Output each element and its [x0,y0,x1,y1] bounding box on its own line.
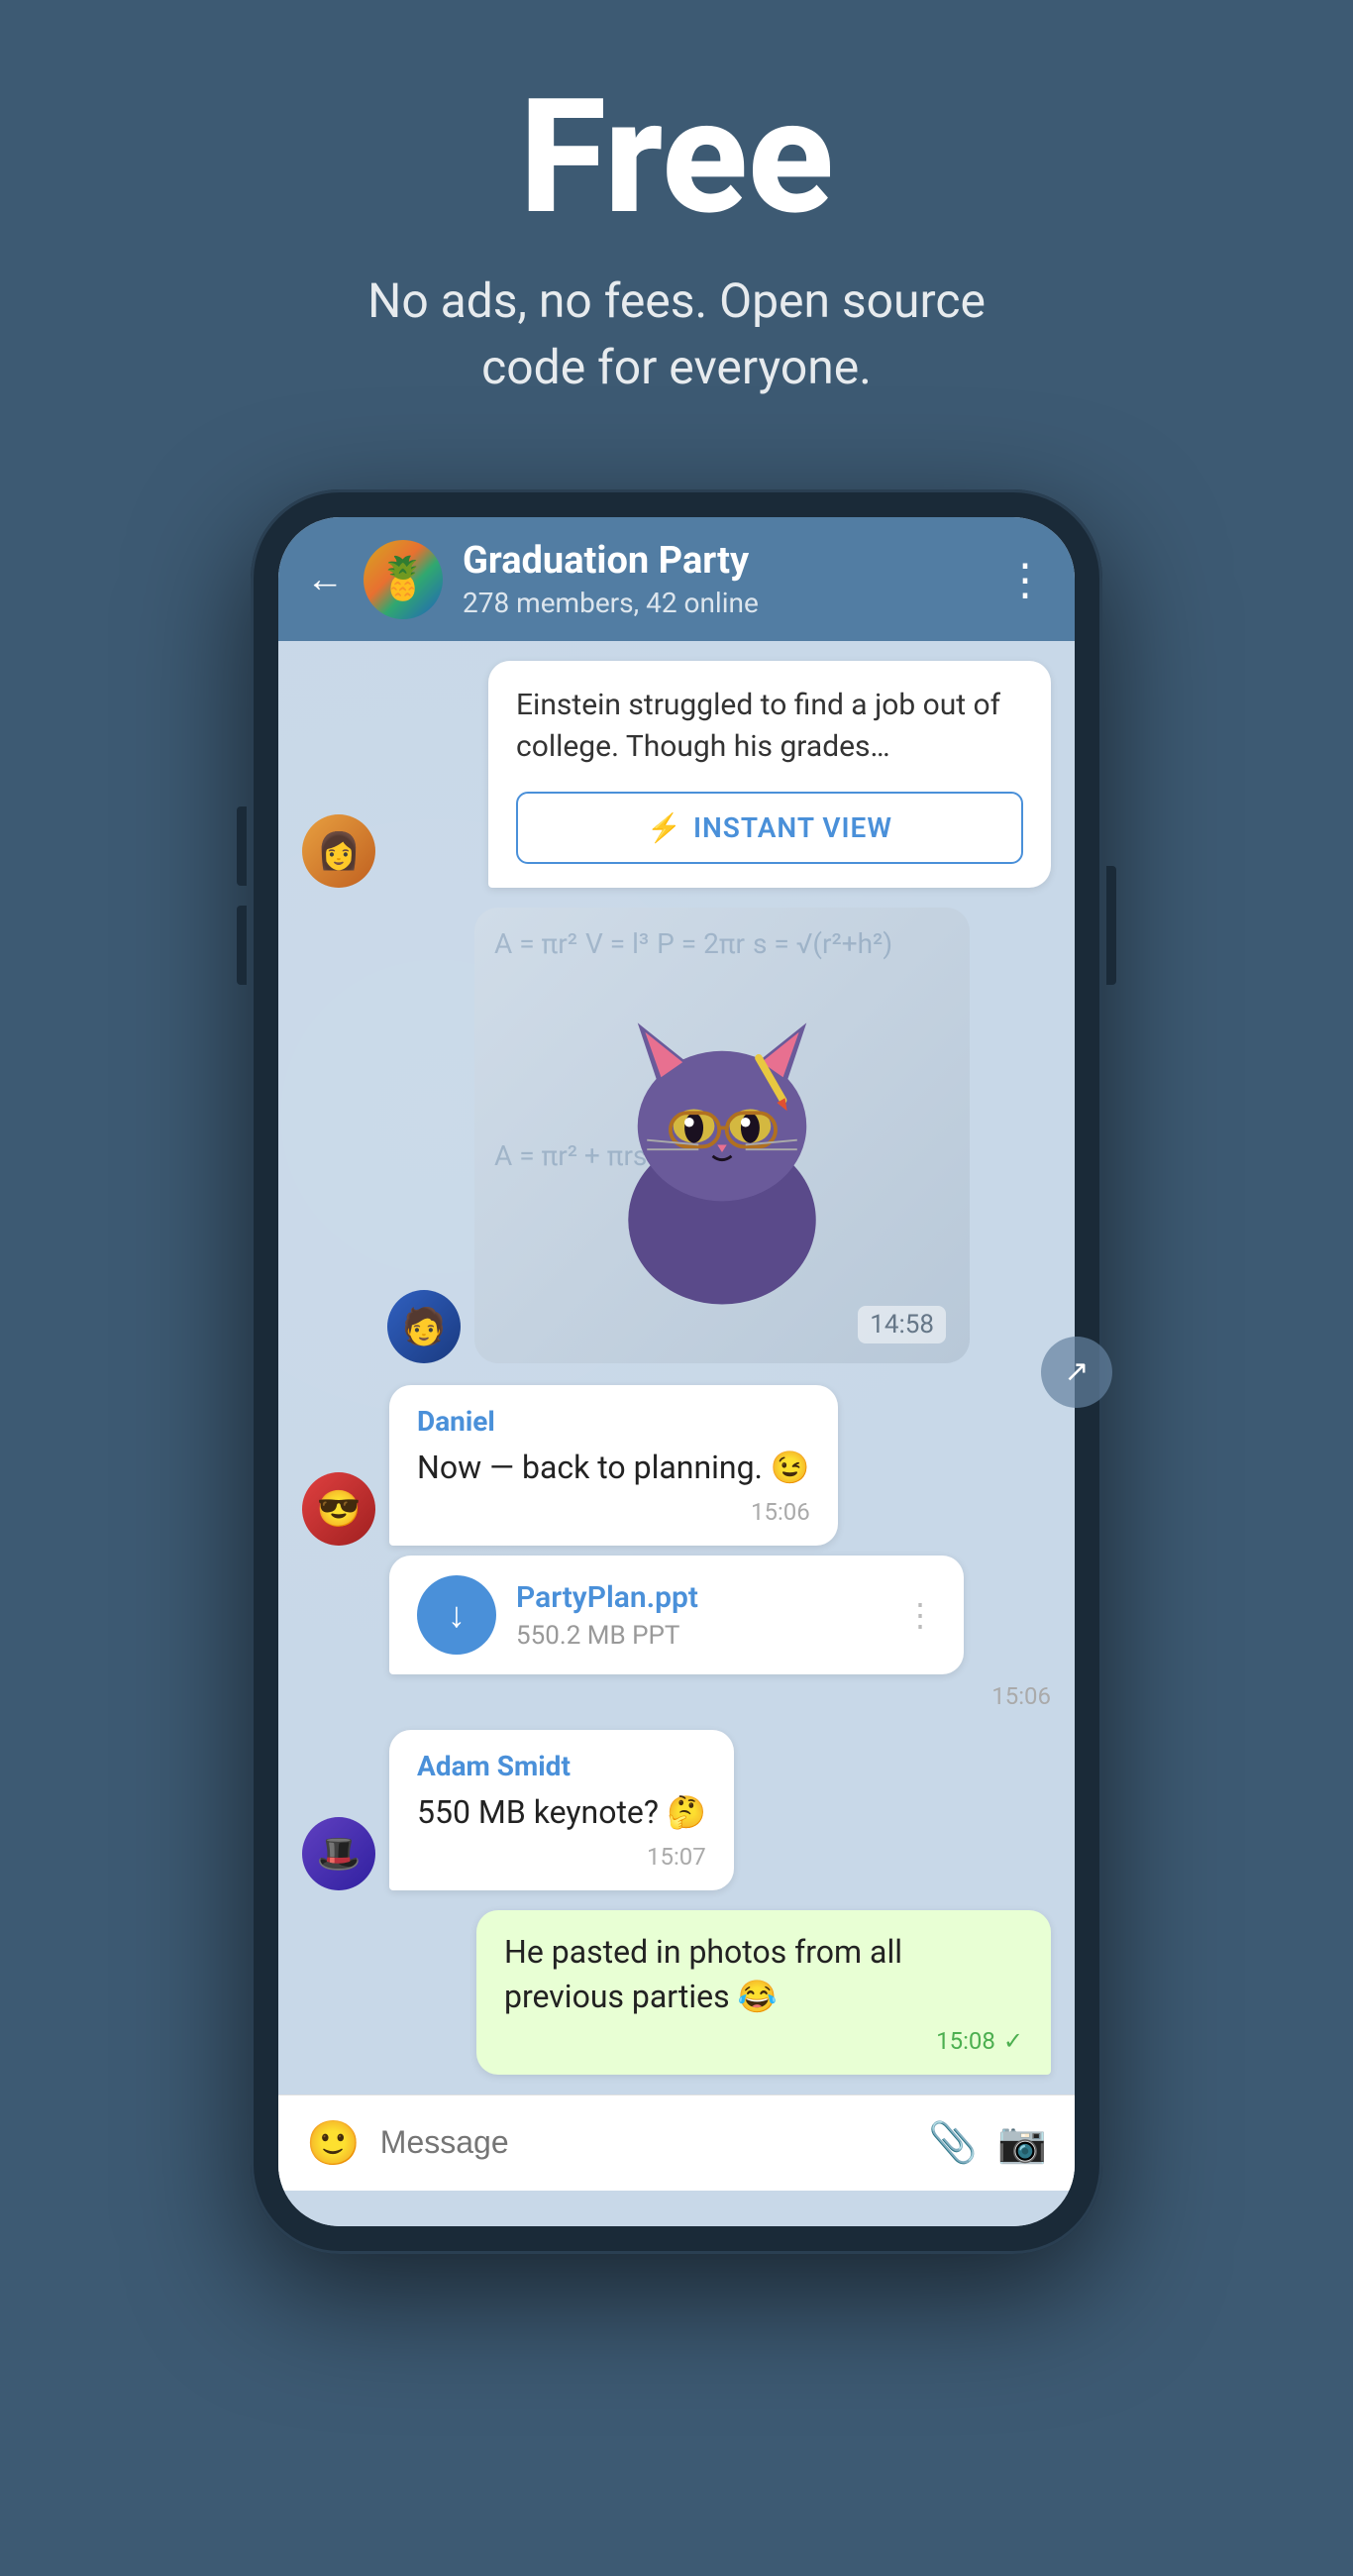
own-time: 15:08 ✓ [504,2027,1023,2055]
own-bubble: He pasted in photos from all previous pa… [476,1910,1051,2075]
download-button[interactable]: ↓ [417,1575,496,1655]
lightning-icon: ⚡ [647,811,681,844]
attach-button[interactable]: 📎 [928,2119,978,2166]
sticker-row: 🧑 A = πr²V = l³P = 2πr s = √(r²+h²)A = π… [387,908,1051,1363]
cat-sticker [564,957,881,1314]
article-bubble: Einstein struggled to find a job out of … [488,661,1051,888]
phone-outer: ← 🍍 Graduation Party 278 members, 42 onl… [251,489,1102,2254]
file-name: PartyPlan.ppt [516,1580,885,1615]
phone-screen: ← 🍍 Graduation Party 278 members, 42 onl… [278,517,1075,2226]
camera-button[interactable]: 📷 [997,2119,1047,2166]
article-text: Einstein struggled to find a job out of … [488,661,1051,784]
avatar-image: 🍍 [364,540,443,619]
article-message-row: 👩 Einstein struggled to find a job out o… [302,661,1051,888]
file-bubble: ↓ PartyPlan.ppt 550.2 MB PPT ⋮ [389,1556,964,1674]
instant-view-button[interactable]: ⚡ INSTANT VIEW [516,792,1023,864]
adam-bubble: Adam Smidt 550 MB keynote? 🤔 15:07 [389,1730,734,1890]
adam-message-row: 🎩 Adam Smidt 550 MB keynote? 🤔 15:07 [302,1730,1051,1890]
emoji-button[interactable]: 🙂 [306,2117,361,2169]
phone-mockup: ← 🍍 Graduation Party 278 members, 42 onl… [251,489,1102,2254]
file-menu-button[interactable]: ⋮ [904,1596,936,1634]
chat-menu-button[interactable]: ⋮ [1003,554,1047,605]
sticker-message: A = πr²V = l³P = 2πr s = √(r²+h²)A = πr²… [474,908,970,1363]
sticker-background: A = πr²V = l³P = 2πr s = √(r²+h²)A = πr²… [474,908,970,1363]
instant-view-label: INSTANT VIEW [693,811,892,844]
daniel-sender: Daniel [417,1405,810,1438]
chat-name: Graduation Party [463,539,984,583]
sender-avatar-4: 🎩 [302,1817,375,1890]
file-time: 15:06 [488,1682,1051,1710]
adam-sender: Adam Smidt [417,1750,706,1782]
chat-body: 👩 Einstein struggled to find a job out o… [278,641,1075,2226]
adam-text: 550 MB keynote? 🤔 [417,1790,706,1835]
daniel-time: 15:06 [417,1498,810,1526]
hero-section: Free No ads, no fees. Open sourcecode fo… [0,0,1353,460]
daniel-text: Now — back to planning. 😉 [417,1446,810,1490]
own-message-row: He pasted in photos from all previous pa… [302,1910,1051,2075]
hero-subtitle: No ads, no fees. Open sourcecode for eve… [367,268,986,400]
group-avatar: 🍍 [364,540,443,619]
messages-container: 👩 Einstein struggled to find a job out o… [278,641,1075,2093]
chat-meta: 278 members, 42 online [463,587,984,619]
sender-avatar-3: 😎 [302,1472,375,1546]
file-message-row: ↓ PartyPlan.ppt 550.2 MB PPT ⋮ 15:06 [389,1556,1051,1710]
sender-avatar-1: 👩 [302,814,375,888]
file-size: 550.2 MB PPT [516,1621,885,1651]
daniel-message-row: 😎 Daniel Now — back to planning. 😉 15:06 [302,1385,1051,1546]
file-info: PartyPlan.ppt 550.2 MB PPT [516,1580,885,1651]
sender-avatar-2: 🧑 [387,1290,461,1363]
article-message: Einstein struggled to find a job out of … [389,661,1051,888]
checkmark-icon: ✓ [1003,2027,1023,2055]
chat-header: ← 🍍 Graduation Party 278 members, 42 onl… [278,517,1075,641]
adam-time: 15:07 [417,1843,706,1871]
input-bar: 🙂 📎 📷 [278,2094,1075,2191]
own-time-label: 15:08 [936,2027,995,2055]
message-input[interactable] [380,2124,909,2161]
back-button[interactable]: ← [306,561,344,598]
chat-info: Graduation Party 278 members, 42 online [463,539,984,619]
own-text: He pasted in photos from all previous pa… [504,1930,1023,2019]
daniel-bubble: Daniel Now — back to planning. 😉 15:06 [389,1385,838,1546]
hero-title: Free [519,79,833,238]
